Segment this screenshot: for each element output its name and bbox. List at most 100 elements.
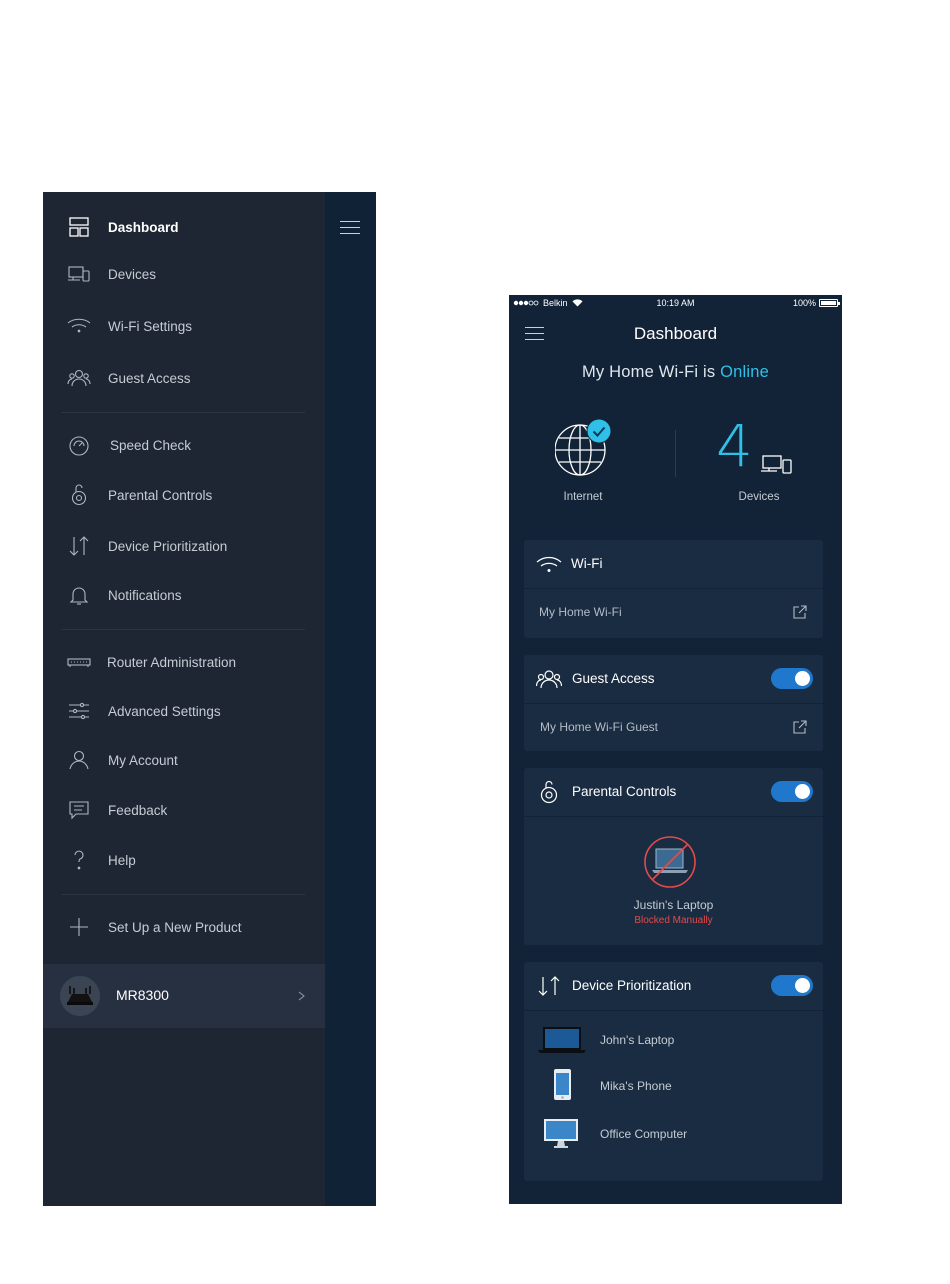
product-row[interactable]: MR8300 <box>43 964 325 1028</box>
speedometer-icon <box>69 436 89 456</box>
card-divider <box>524 588 823 589</box>
guest-access-toggle[interactable] <box>771 668 813 689</box>
internet-status[interactable]: Internet <box>541 413 625 513</box>
router-product-avatar <box>60 976 100 1016</box>
devices-count: 4 <box>716 412 753 480</box>
devices-icon <box>68 266 90 282</box>
globe-check-icon <box>555 419 611 476</box>
device-prioritization-toggle[interactable] <box>771 975 813 996</box>
device-prioritization-card-title: Device Prioritization <box>572 978 692 993</box>
wifi-network-name: My Home Wi-Fi <box>539 605 622 619</box>
menu-item-set-up-new-product[interactable]: Set Up a New Product <box>43 907 325 947</box>
device-prioritization-card-header[interactable]: Device Prioritization <box>524 962 823 1010</box>
menu-item-label: Devices <box>108 266 157 282</box>
priority-arrows-icon <box>69 536 89 556</box>
guest-network-name: My Home Wi-Fi Guest <box>540 720 659 734</box>
card-divider <box>524 1010 823 1011</box>
phone-icon <box>554 1069 571 1100</box>
dashboard-screen: Belkin 10:19 AM 100% Dashboard My Home W… <box>509 295 842 1204</box>
product-name: MR8300 <box>116 987 169 1003</box>
wifi-card-title: Wi-Fi <box>571 556 603 571</box>
parental-controls-card: Parental Controls Justin's Laptop Blocke… <box>524 768 823 945</box>
prioritized-device-name: Mika's Phone <box>600 1079 672 1093</box>
stat-divider <box>675 430 676 477</box>
page-title: Dashboard <box>633 324 718 343</box>
side-menu-screen: Dashboard Devices Wi-Fi Settings Guest A… <box>43 192 376 1206</box>
priority-arrows-icon <box>538 976 560 996</box>
external-link-icon[interactable] <box>792 604 808 620</box>
network-status-prefix: My Home Wi-Fi is <box>581 363 716 381</box>
wifi-card-header[interactable]: Wi-Fi <box>524 540 823 588</box>
battery-icon <box>819 299 840 307</box>
router-icon <box>67 658 91 667</box>
bell-icon <box>69 587 89 605</box>
menu-divider <box>61 412 305 413</box>
menu-item-label: Feedback <box>108 802 168 818</box>
menu-item-advanced-settings[interactable]: Advanced Settings <box>43 691 325 731</box>
plus-icon <box>70 918 88 936</box>
prioritized-device-row[interactable]: Mika's Phone <box>524 1065 823 1105</box>
prioritized-device-name: John's Laptop <box>600 1033 675 1047</box>
prioritized-device-row[interactable]: John's Laptop <box>524 1019 823 1059</box>
menu-item-label: Speed Check <box>110 437 192 453</box>
menu-item-parental-controls[interactable]: Parental Controls <box>43 475 325 515</box>
guest-access-card-header[interactable]: Guest Access <box>524 655 823 703</box>
devices-label: Devices <box>738 491 780 503</box>
status-bar: Belkin 10:19 AM 100% <box>509 295 842 311</box>
menu-item-my-account[interactable]: My Account <box>43 740 325 780</box>
battery-indicator: 100% <box>792 298 840 308</box>
wifi-icon <box>536 556 562 573</box>
menu-item-guest-access[interactable]: Guest Access <box>43 358 325 398</box>
internet-label: Internet <box>563 491 603 503</box>
guest-access-icon <box>536 670 562 689</box>
menu-item-device-prioritization[interactable]: Device Prioritization <box>43 526 325 566</box>
card-divider <box>524 816 823 817</box>
blocked-device-name: Justin's Laptop <box>633 898 714 912</box>
menu-item-label: Wi-Fi Settings <box>108 318 193 334</box>
wifi-icon <box>67 318 91 333</box>
menu-item-label: Guest Access <box>108 370 191 386</box>
sliders-icon <box>69 702 89 720</box>
guest-access-icon <box>67 369 91 387</box>
menu-item-dashboard[interactable]: Dashboard <box>43 207 325 247</box>
guest-access-card-title: Guest Access <box>572 671 655 686</box>
battery-percent: 100% <box>792 298 816 308</box>
hamburger-menu-icon[interactable] <box>340 221 360 234</box>
prioritized-device-row[interactable]: Office Computer <box>524 1113 823 1153</box>
menu-item-notifications[interactable]: Notifications <box>43 575 325 615</box>
menu-item-wifi-settings[interactable]: Wi-Fi Settings <box>43 306 325 346</box>
parental-controls-card-title: Parental Controls <box>572 784 677 799</box>
menu-item-label: Router Administration <box>107 654 237 670</box>
menu-item-label: Parental Controls <box>108 487 213 503</box>
parental-controls-card-header[interactable]: Parental Controls <box>524 768 823 816</box>
chat-bubble-icon <box>69 801 89 820</box>
card-divider <box>524 703 823 704</box>
lock-icon <box>71 484 87 506</box>
menu-item-help[interactable]: Help <box>43 840 325 880</box>
chevron-right-icon <box>298 991 305 1001</box>
external-link-icon[interactable] <box>792 719 808 735</box>
network-status-badge: Online <box>720 363 770 381</box>
menu-item-label: Advanced Settings <box>108 703 221 719</box>
parental-controls-toggle[interactable] <box>771 781 813 802</box>
navigation-drawer: Dashboard Devices Wi-Fi Settings Guest A… <box>43 192 325 1206</box>
menu-item-speed-check[interactable]: Speed Check <box>43 425 325 465</box>
menu-item-label: Device Prioritization <box>108 538 228 554</box>
menu-item-router-administration[interactable]: Router Administration <box>43 642 325 682</box>
devices-icon <box>761 455 792 474</box>
menu-item-label: Set Up a New Product <box>108 919 242 935</box>
menu-item-devices[interactable]: Devices <box>43 254 325 294</box>
menu-divider <box>61 629 305 630</box>
device-prioritization-card: Device Prioritization John's Laptop Mika… <box>524 962 823 1181</box>
prioritized-device-name: Office Computer <box>600 1127 688 1141</box>
menu-item-feedback[interactable]: Feedback <box>43 790 325 830</box>
desktop-icon <box>544 1119 578 1148</box>
dashboard-icon <box>69 217 89 237</box>
user-icon <box>69 750 89 770</box>
devices-summary[interactable]: 4 Devices <box>714 413 804 513</box>
blocked-device-status: Blocked Manually <box>634 915 713 926</box>
router-image-icon <box>60 976 100 1016</box>
blocked-laptop-icon[interactable] <box>642 834 698 890</box>
menu-item-label: Dashboard <box>108 219 179 235</box>
laptop-icon <box>538 1027 586 1053</box>
